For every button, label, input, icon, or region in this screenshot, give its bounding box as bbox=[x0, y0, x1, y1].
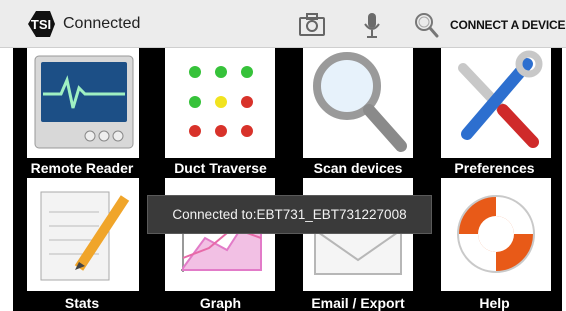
app-grid: Remote Reader Duct Traverse Scan devices… bbox=[13, 48, 562, 311]
tile-label: Email / Export bbox=[311, 295, 405, 311]
notepad-pencil-icon bbox=[27, 178, 139, 291]
tile-label: Duct Traverse bbox=[174, 160, 267, 176]
tile-label: Graph bbox=[199, 295, 242, 311]
microphone-icon[interactable] bbox=[362, 10, 382, 40]
tsi-logo: TSI bbox=[28, 11, 55, 37]
tile-label: Preferences bbox=[454, 160, 535, 176]
tile-label: Remote Reader bbox=[30, 160, 134, 176]
tile-label: Stats bbox=[64, 295, 100, 311]
lifebuoy-icon bbox=[441, 178, 551, 291]
search-icon[interactable] bbox=[413, 10, 439, 40]
tile-label: Scan devices bbox=[313, 160, 403, 176]
top-bar: TSI Connected CONNECT A DEVICE bbox=[0, 0, 566, 48]
monitor-icon bbox=[27, 48, 139, 158]
magnifier-icon bbox=[303, 48, 413, 158]
tools-icon bbox=[441, 48, 551, 158]
camera-icon[interactable] bbox=[298, 10, 326, 40]
svg-text:TSI: TSI bbox=[31, 17, 51, 32]
tile-label: Help bbox=[479, 295, 510, 311]
connection-toast: Connected to:EBT731_EBT731227008 bbox=[147, 195, 432, 234]
dot-grid-icon bbox=[165, 48, 275, 158]
connect-device-button[interactable]: CONNECT A DEVICE bbox=[450, 18, 565, 32]
connection-status: Connected bbox=[63, 15, 141, 32]
